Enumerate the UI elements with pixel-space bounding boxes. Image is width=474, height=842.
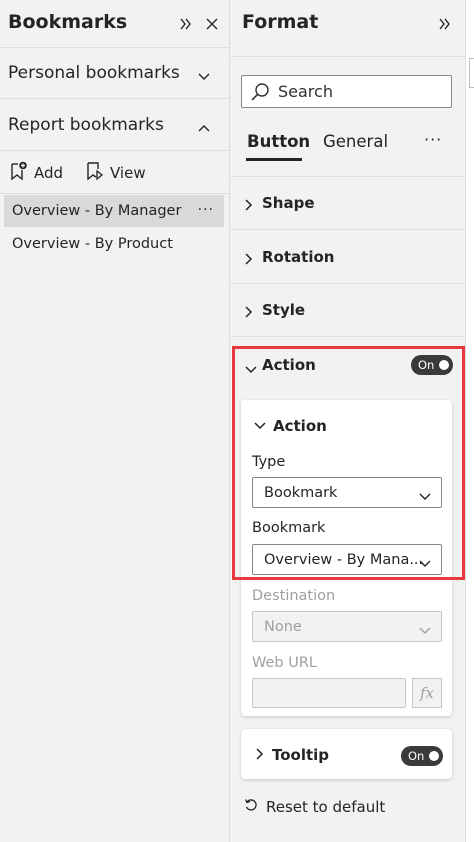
action-toggle[interactable]: On <box>411 355 453 375</box>
chevron-down-icon <box>245 360 257 378</box>
more-options-icon[interactable]: ··· <box>198 202 214 218</box>
destination-value: None <box>264 618 302 635</box>
chevron-right-icon <box>245 251 253 269</box>
active-tab-indicator <box>246 158 302 161</box>
double-chevron-right-icon[interactable] <box>178 16 194 32</box>
web-url-input[interactable] <box>252 678 406 708</box>
personal-bookmarks-section[interactable]: Personal bookmarks <box>0 47 230 99</box>
divider <box>231 56 465 57</box>
chevron-down-icon <box>198 66 210 86</box>
web-url-label: Web URL <box>252 655 317 671</box>
scroll-handle[interactable] <box>469 58 474 88</box>
bookmark-item-overview-by-manager[interactable]: Overview - By Manager ··· <box>4 195 224 227</box>
chevron-right-icon <box>245 197 253 215</box>
section-style[interactable]: Style <box>231 284 465 337</box>
personal-bookmarks-label: Personal bookmarks <box>8 63 180 83</box>
destination-label: Destination <box>252 588 336 604</box>
bookmark-add-icon <box>10 161 28 185</box>
fx-button[interactable]: fx <box>412 678 442 708</box>
canvas-edge <box>465 0 474 842</box>
reset-label: Reset to default <box>266 798 386 816</box>
destination-dropdown[interactable]: None <box>252 611 442 642</box>
search-placeholder: Search <box>278 82 333 101</box>
tooltip-label: Tooltip <box>272 746 330 764</box>
report-bookmarks-label: Report bookmarks <box>8 114 164 135</box>
action-toggle-label: On <box>418 358 435 372</box>
type-dropdown[interactable]: Bookmark <box>252 477 442 508</box>
bookmark-item-label: Overview - By Product <box>12 236 173 252</box>
view-label: View <box>110 164 146 182</box>
tooltip-toggle[interactable]: On <box>401 746 443 766</box>
section-action-label: Action <box>262 355 316 374</box>
type-label: Type <box>252 454 286 470</box>
add-label: Add <box>34 164 64 182</box>
section-shape[interactable]: Shape <box>231 177 465 230</box>
section-style-label: Style <box>262 301 306 319</box>
chevron-up-icon <box>198 117 210 137</box>
bookmark-value: Overview - By Mana... <box>264 551 424 568</box>
chevron-down-icon[interactable] <box>254 421 266 431</box>
section-rotation[interactable]: Rotation <box>231 231 465 284</box>
tab-general[interactable]: General <box>323 132 388 151</box>
double-chevron-right-icon[interactable] <box>437 16 453 32</box>
tooltip-toggle-label: On <box>408 749 425 763</box>
bookmark-label: Bookmark <box>252 520 326 536</box>
section-shape-label: Shape <box>262 194 315 212</box>
reset-icon <box>244 798 258 816</box>
bookmark-item-overview-by-product[interactable]: Overview - By Product <box>4 228 224 260</box>
section-rotation-label: Rotation <box>262 248 335 266</box>
action-card-title: Action <box>273 417 327 435</box>
tab-button[interactable]: Button <box>247 132 310 151</box>
bookmark-item-label: Overview - By Manager <box>12 203 182 219</box>
bookmark-dropdown[interactable]: Overview - By Mana... <box>252 544 442 575</box>
close-icon[interactable] <box>204 16 220 32</box>
toggle-knob <box>439 360 449 370</box>
chevron-right-icon <box>256 748 264 760</box>
chevron-down-icon <box>419 556 431 572</box>
more-options-icon[interactable]: ··· <box>424 130 442 149</box>
add-bookmark-button[interactable]: Add <box>10 160 63 186</box>
chevron-down-icon <box>419 623 431 639</box>
chevron-down-icon <box>419 489 431 505</box>
search-icon <box>250 82 270 102</box>
divider <box>0 193 230 194</box>
format-title: Format <box>242 11 319 33</box>
view-bookmarks-button[interactable]: View <box>86 160 146 186</box>
type-value: Bookmark <box>264 484 338 501</box>
chevron-right-icon <box>245 304 253 322</box>
toggle-knob <box>429 751 439 761</box>
bookmark-view-icon <box>86 161 104 185</box>
report-bookmarks-section[interactable]: Report bookmarks <box>0 99 230 151</box>
bookmarks-pane: Bookmarks Personal bookmarks Report book… <box>0 0 230 842</box>
search-input[interactable]: Search <box>241 75 452 108</box>
reset-to-default-button[interactable]: Reset to default <box>244 796 385 818</box>
bookmarks-title: Bookmarks <box>8 11 128 33</box>
